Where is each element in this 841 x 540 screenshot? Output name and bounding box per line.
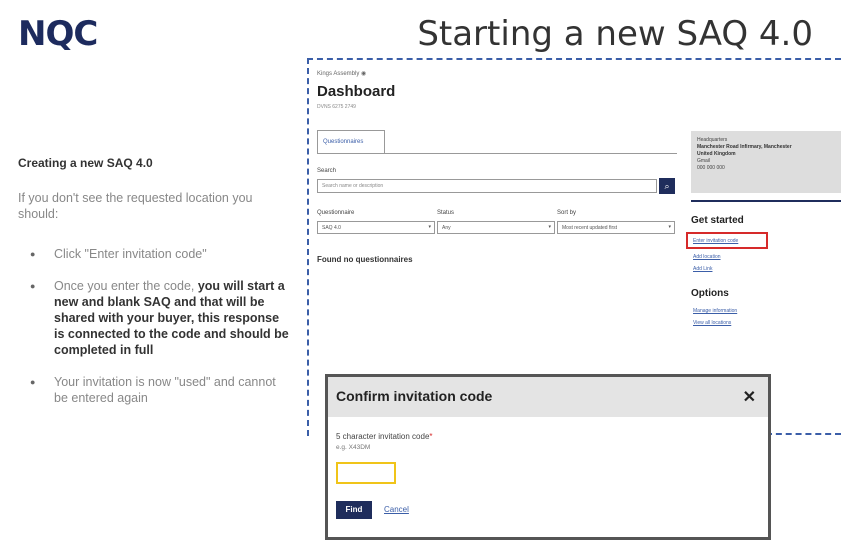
modal-header: Confirm invitation code ✕ [328, 377, 768, 417]
screenshot-border [766, 433, 841, 435]
search-label: Search [317, 168, 337, 174]
location-info-box: Headquarters Manchester Road Infirmary, … [691, 131, 841, 193]
tab-questionnaires[interactable]: Questionnaires [317, 130, 385, 154]
chevron-down-icon: ▾ [548, 224, 551, 230]
intro-text: If you don't see the requested location … [18, 191, 253, 221]
page-subtitle: DVNS 6275 2749 [317, 104, 356, 110]
instruction-item: Your invitation is now "used" and cannot… [30, 374, 292, 406]
sort-select[interactable]: Most recent updated first ▾ [557, 221, 675, 234]
nqc-logo: NQC [18, 14, 98, 54]
slide-title: Starting a new SAQ 4.0 [417, 14, 813, 54]
search-input[interactable]: Search name or description [317, 179, 657, 193]
close-icon[interactable]: ✕ [743, 387, 756, 407]
search-button[interactable]: ⌕ [659, 178, 675, 194]
page-title: Dashboard [317, 83, 396, 100]
invitation-code-input[interactable] [336, 462, 396, 484]
tab-divider [317, 153, 677, 154]
modal-title: Confirm invitation code [336, 388, 493, 404]
confirm-invitation-modal: Confirm invitation code ✕ 5 character in… [325, 374, 771, 540]
status-select[interactable]: Any ▾ [437, 221, 555, 234]
add-link-link[interactable]: Add Link [693, 266, 712, 272]
instruction-list: Click "Enter invitation code" Once you e… [30, 246, 292, 422]
instruction-item: Click "Enter invitation code" [30, 246, 292, 262]
invitation-code-label: 5 character invitation code* [336, 432, 433, 441]
get-started-heading: Get started [691, 215, 744, 226]
find-button[interactable]: Find [336, 501, 372, 519]
add-location-link[interactable]: Add location [693, 254, 721, 260]
chevron-down-icon: ▾ [428, 224, 431, 230]
view-all-locations-link[interactable]: View all locations [693, 320, 731, 326]
instruction-item: Once you enter the code, you will start … [30, 278, 292, 358]
section-heading: Creating a new SAQ 4.0 [18, 156, 153, 170]
filter-label-status: Status [437, 210, 455, 216]
empty-message: Found no questionnaires [317, 255, 413, 264]
breadcrumb[interactable]: Kings Assembly ◉ [317, 70, 366, 77]
filter-label-sort: Sort by [557, 210, 577, 216]
manage-information-link[interactable]: Manage information [693, 308, 737, 314]
invitation-code-hint: e.g. X43DM [336, 444, 371, 451]
cancel-link[interactable]: Cancel [384, 505, 409, 514]
highlight-box [686, 232, 768, 249]
questionnaire-select[interactable]: SAQ 4.0 ▾ [317, 221, 435, 234]
search-icon: ⌕ [664, 181, 670, 191]
filter-label-questionnaire: Questionnaire [317, 210, 355, 216]
chevron-down-icon: ▾ [668, 224, 671, 230]
options-heading: Options [691, 288, 729, 299]
sidebar-divider [691, 200, 841, 202]
